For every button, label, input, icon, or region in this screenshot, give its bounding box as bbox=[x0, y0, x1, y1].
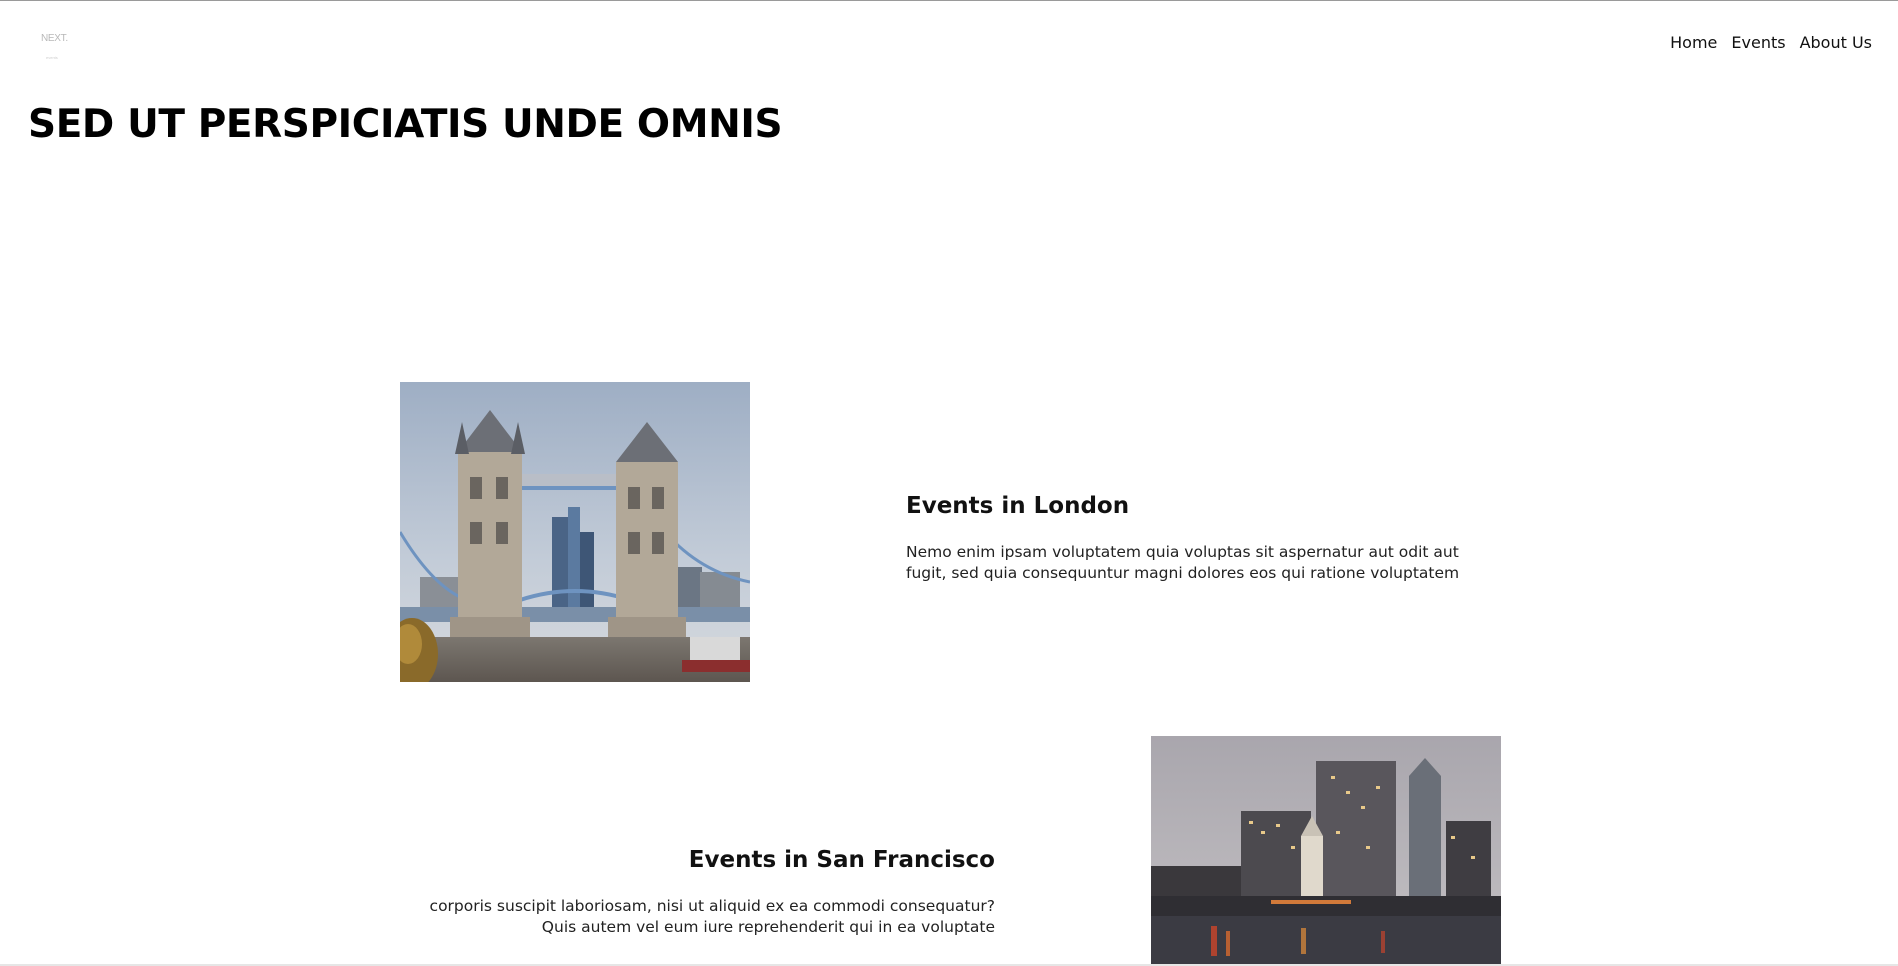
site-header: NEXT. events Home Events About Us bbox=[0, 1, 1898, 81]
event-title-london[interactable]: Events in London bbox=[906, 491, 1129, 521]
event-title-san-francisco[interactable]: Events in San Francisco bbox=[689, 845, 995, 875]
main-nav: Home Events About Us bbox=[1670, 33, 1872, 53]
san-francisco-event-image[interactable] bbox=[1151, 736, 1501, 965]
london-event-image[interactable] bbox=[400, 382, 750, 682]
nav-events-link[interactable]: Events bbox=[1731, 33, 1785, 53]
nav-about-us-link[interactable]: About Us bbox=[1800, 33, 1872, 53]
event-description-san-francisco: corporis suscipit laboriosam, nisi ut al… bbox=[429, 897, 995, 936]
logo-subtext: events bbox=[46, 55, 58, 60]
nav-home-link[interactable]: Home bbox=[1670, 33, 1717, 53]
event-description-london: Nemo enim ipsam voluptatem quia voluptas… bbox=[906, 543, 1460, 582]
logo[interactable]: NEXT. events bbox=[41, 33, 69, 69]
page: NEXT. events Home Events About Us SED UT… bbox=[0, 0, 1898, 966]
page-title: SED UT PERSPICIATIS UNDE OMNIS bbox=[28, 102, 783, 147]
logo-text: NEXT. bbox=[41, 33, 68, 44]
